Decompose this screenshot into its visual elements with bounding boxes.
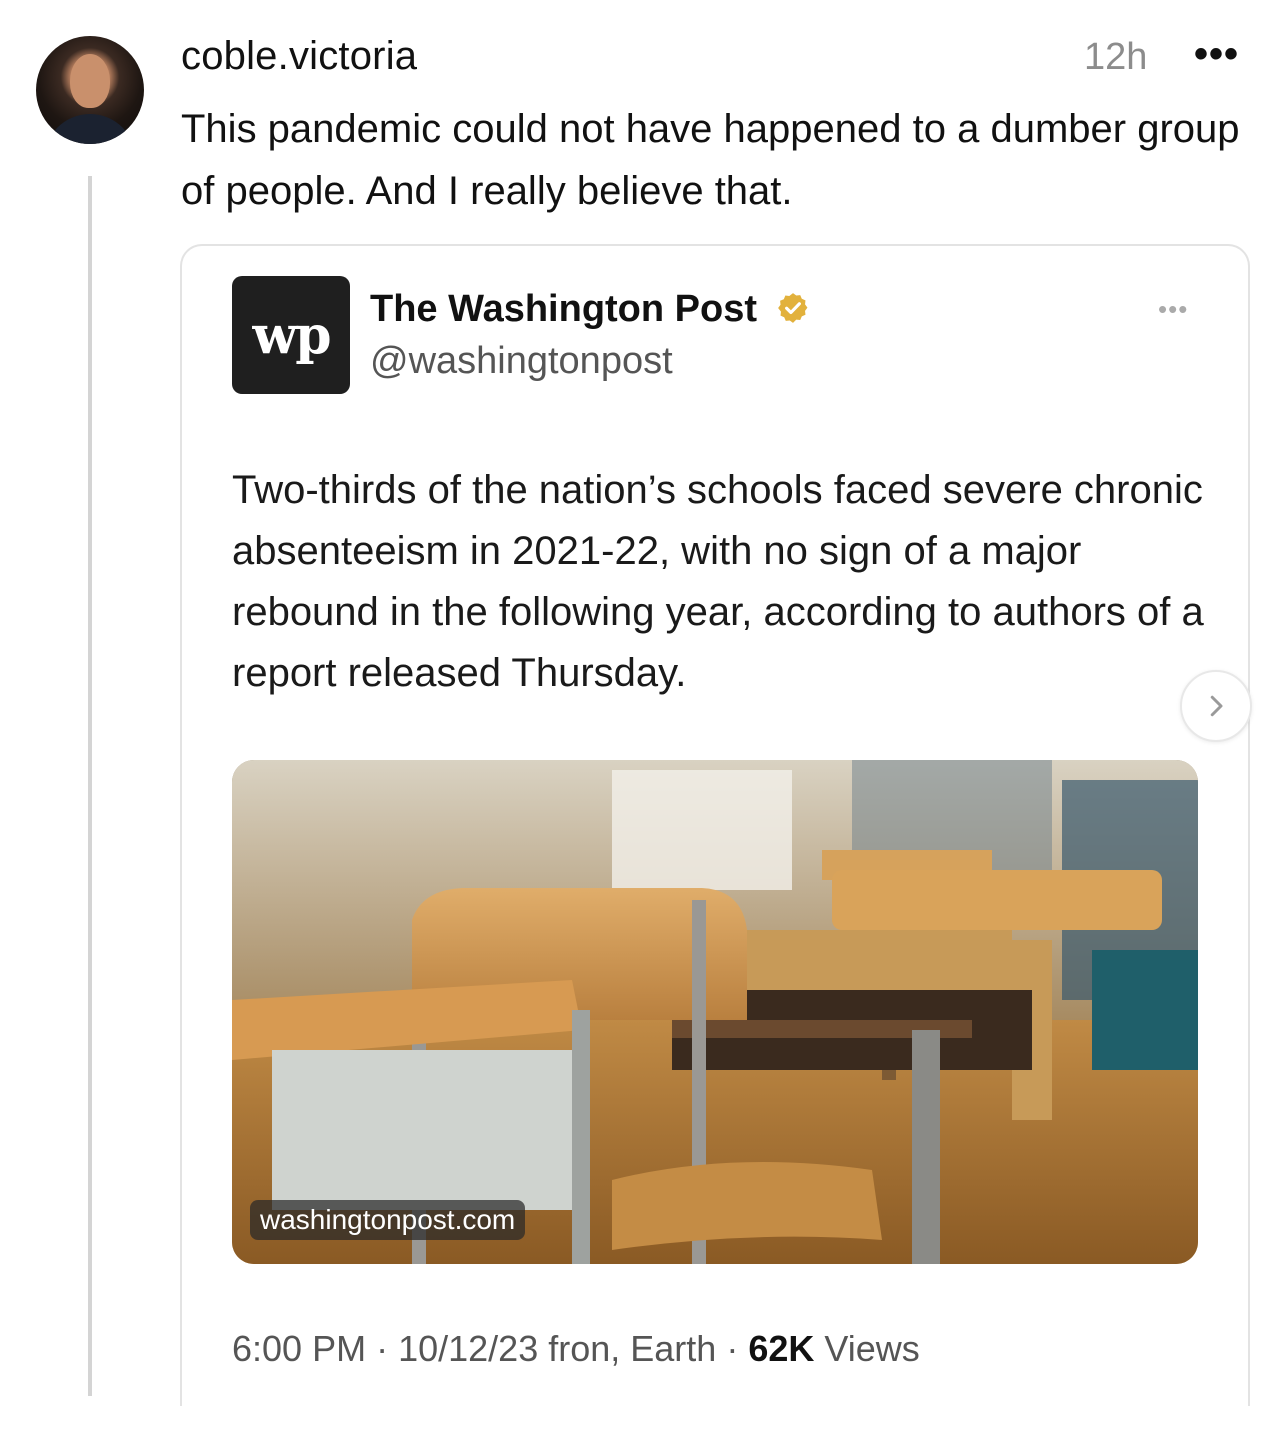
source-handle[interactable]: @washingtonpost: [370, 340, 673, 383]
views-count: 62K: [748, 1328, 815, 1369]
avatar-face: [70, 54, 110, 108]
source-name-text[interactable]: The Washington Post: [370, 288, 757, 330]
post-meta-date: 10/12/23 fron, Earth: [398, 1328, 717, 1369]
more-options-icon[interactable]: •••: [1194, 32, 1239, 77]
card-more-options-icon[interactable]: •••: [1158, 294, 1188, 325]
quoted-post-card[interactable]: wp The Washington Post @washingtonpost •…: [180, 244, 1252, 1406]
verified-badge-icon: [777, 293, 808, 323]
link-domain-badge[interactable]: washingtonpost.com: [250, 1200, 526, 1240]
chevron-right-glyph: [1210, 695, 1223, 717]
avatar-shoulders: [44, 114, 136, 144]
meta-separator: ·: [726, 1328, 749, 1369]
link-preview-image[interactable]: washingtonpost.com: [232, 760, 1198, 1264]
post-text: This pandemic could not have happened to…: [181, 107, 1240, 213]
source-name[interactable]: The Washington Post: [370, 288, 810, 331]
washington-post-logo[interactable]: wp: [232, 276, 350, 394]
thread-line: [88, 176, 92, 1396]
username[interactable]: coble.victoria: [181, 34, 417, 79]
classroom-desks-illustration: [232, 760, 1198, 1264]
views-label: Views: [824, 1328, 920, 1369]
meta-separator: ·: [376, 1328, 399, 1369]
post-time: 12h: [1084, 36, 1148, 78]
chevron-right-icon[interactable]: [1180, 670, 1252, 742]
avatar[interactable]: [36, 36, 144, 144]
post-meta-time: 6:00 PM: [232, 1328, 367, 1369]
post-meta: 6:00 PM · 10/12/23 fron, Earth · 62K Vie…: [232, 1328, 920, 1370]
quoted-post-text: Two-thirds of the nation’s schools faced…: [232, 468, 1204, 695]
